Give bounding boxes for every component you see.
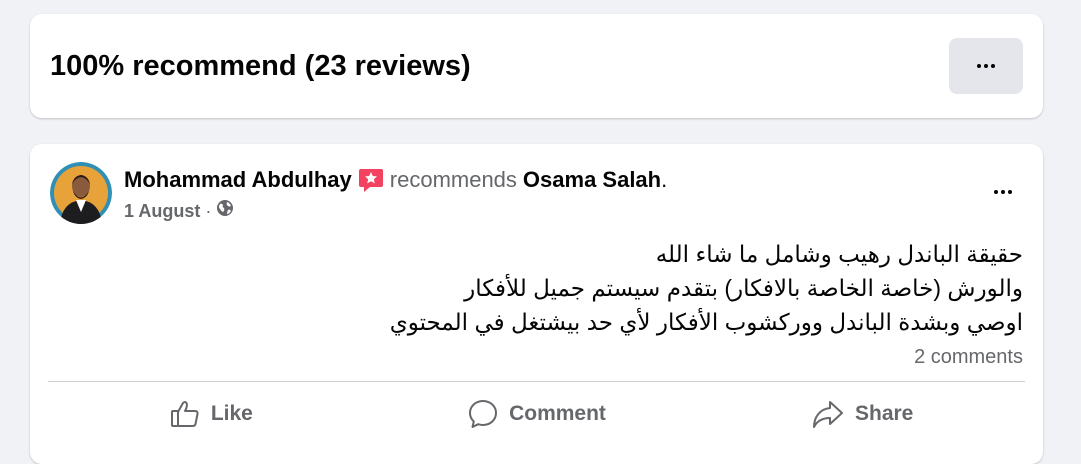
share-label: Share — [854, 402, 914, 425]
post-text-line: اوصي وبشدة الباندل ووركشوب الأفكار لأي ح… — [389, 309, 1023, 335]
like-label: Like — [210, 402, 253, 425]
post-text-line: والورش (خاصة الخاصة بالافكار) بتقدم سيست… — [464, 275, 1023, 301]
post-text: حقيقة الباندل رهيب وشامل ما شاء الله وال… — [163, 237, 1023, 339]
more-horizontal-icon — [994, 190, 1012, 194]
globe-icon — [216, 199, 234, 223]
post-more-button[interactable] — [983, 172, 1023, 212]
summary-title: 100% recommend (23 reviews) — [50, 50, 471, 82]
like-button[interactable]: Like — [48, 390, 374, 438]
share-arrow-icon — [811, 398, 845, 430]
share-button[interactable]: Share — [699, 390, 1025, 438]
summary-more-button[interactable] — [949, 38, 1023, 94]
avatar[interactable] — [50, 162, 112, 224]
comment-bubble-icon — [467, 398, 499, 430]
comment-label: Comment — [509, 402, 606, 425]
post-actions-bar: Like Comment Share — [48, 390, 1025, 438]
post-text-line: حقيقة الباندل رهيب وشامل ما شاء الله — [655, 241, 1023, 267]
divider — [48, 381, 1025, 382]
recommends-text: recommends — [389, 167, 517, 192]
review-post-card: Mohammad Abdulhay recommends Osama Salah… — [30, 144, 1043, 464]
recommendation-summary-card: 100% recommend (23 reviews) — [30, 14, 1043, 118]
post-date[interactable]: 1 August — [124, 199, 200, 223]
meta-separator: · — [205, 201, 212, 221]
header-period: . — [661, 167, 668, 192]
comment-button[interactable]: Comment — [374, 390, 700, 438]
recommend-star-icon — [358, 167, 384, 193]
post-header: Mohammad Abdulhay recommends Osama Salah… — [124, 165, 667, 195]
thumbs-up-icon — [169, 398, 201, 430]
comments-count-link[interactable]: 2 comments — [914, 343, 1023, 371]
author-name[interactable]: Mohammad Abdulhay — [124, 165, 352, 195]
more-horizontal-icon — [977, 64, 995, 68]
post-meta: 1 August · — [124, 199, 234, 223]
recommended-page-name[interactable]: Osama Salah — [523, 165, 661, 195]
